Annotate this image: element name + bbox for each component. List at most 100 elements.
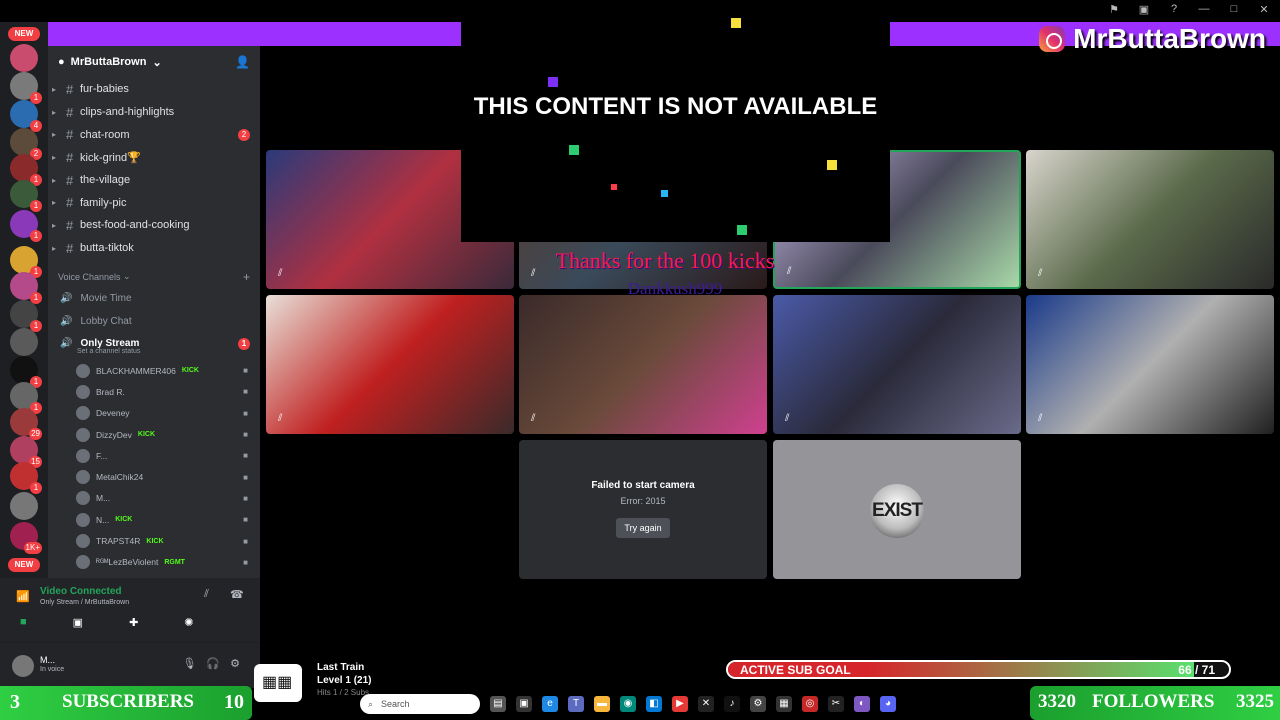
store-icon[interactable]: ◧ [646, 696, 662, 712]
try-again-button[interactable]: Try again [616, 518, 670, 538]
task-view-icon[interactable]: ▤ [490, 696, 506, 712]
guild-header[interactable]: ● MrButtaBrown ⌄ 👤 [48, 46, 260, 78]
server-icon[interactable]: 1K+ [10, 522, 42, 554]
voice-user[interactable]: DizzyDev KICK ■ [48, 424, 260, 445]
youtube-icon[interactable]: ▶ [672, 696, 688, 712]
microphone-icon[interactable]: 🎙 [182, 657, 196, 670]
server-icon[interactable] [10, 44, 38, 72]
server-icon[interactable]: 29 [10, 408, 42, 440]
avatar [76, 470, 90, 485]
settings-icon[interactable]: ⚙ [750, 696, 766, 712]
text-channel[interactable]: ▸ # chat-room 2 [48, 123, 260, 146]
user-tag: RGMT [164, 558, 185, 566]
server-icon[interactable]: 1 [10, 272, 42, 304]
server-icon[interactable]: 2 [10, 128, 42, 160]
channel-status[interactable]: Set a channel status [48, 348, 260, 360]
text-channel[interactable]: ▸ # butta-tiktok [48, 237, 260, 260]
brand-name: MrButtaBrown [1073, 23, 1266, 54]
voice-user[interactable]: Brad R. ■ [48, 381, 260, 402]
browser-icon[interactable]: ◉ [620, 696, 636, 712]
avatar[interactable] [12, 655, 34, 677]
window-control-icon[interactable]: ? [1166, 3, 1182, 16]
explorer-icon[interactable]: ▣ [516, 696, 532, 712]
text-channel[interactable]: ▸ # family-pic [48, 191, 260, 214]
xbox-icon[interactable]: ✕ [698, 696, 714, 712]
server-icon[interactable]: 1 [10, 300, 42, 332]
headphones-icon[interactable]: 🎧 [206, 657, 220, 670]
gear-icon[interactable]: ⚙ [230, 657, 240, 670]
disconnect-icon[interactable]: ☎ [230, 588, 244, 601]
voice-user[interactable]: M... ■ [48, 488, 260, 509]
taskbar-search[interactable]: ⌕ Search [360, 694, 480, 714]
text-channel[interactable]: ▸ # clips-and-highlights [48, 101, 260, 124]
server-icon[interactable]: 1 [10, 72, 42, 104]
activities-button[interactable]: ✚ [129, 616, 138, 629]
window-control-icon[interactable]: □ [1226, 3, 1242, 16]
capcut-icon[interactable]: ✂ [828, 696, 844, 712]
voice-user[interactable]: MetalChik24 ■ [48, 466, 260, 487]
user-tag: KICK [181, 367, 199, 375]
video-tile[interactable]: ⫽ [519, 295, 767, 434]
mention-badge: 1 [238, 337, 250, 350]
avatar-tile[interactable]: EXIST [773, 440, 1021, 579]
server-icon[interactable]: 1 [10, 210, 42, 242]
song-level: Level 1 (21) [317, 675, 372, 686]
text-channel[interactable]: ▸ # best-food-and-cooking [48, 214, 260, 237]
app-icon[interactable]: ◎ [802, 696, 818, 712]
app-icon[interactable]: ▦ [776, 696, 792, 712]
server-icon[interactable] [10, 328, 38, 356]
channel-name: best-food-and-cooking [80, 219, 190, 232]
muted-mic-icon: ⫽ [785, 413, 790, 424]
screen-share-button[interactable]: ▣ [73, 616, 83, 629]
server-icon[interactable]: 1 [10, 180, 42, 212]
voice-channel[interactable]: 🔊 Lobby Chat [48, 310, 260, 333]
server-icon[interactable]: 1 [10, 246, 42, 278]
text-channel[interactable]: ▸ # the-village [48, 169, 260, 192]
confetti [737, 225, 747, 235]
edge-icon[interactable]: e [542, 696, 558, 712]
channel-sidebar: ● MrButtaBrown ⌄ 👤 ▸ # fur-babies ▸ # clips-a… [48, 46, 260, 602]
window-control-icon[interactable]: — [1196, 3, 1212, 16]
server-icon[interactable]: 15 [10, 436, 42, 468]
server-icon[interactable]: 1 [10, 154, 42, 186]
voice-user[interactable]: TRAPST4R KICK ■ [48, 530, 260, 551]
video-tile[interactable]: ⫽ [773, 295, 1021, 434]
camera-icon: ■ [243, 536, 248, 546]
voice-channel[interactable]: 🔊 Movie Time [48, 288, 260, 311]
voice-user-name: MetalChik24 [96, 472, 144, 483]
server-icon[interactable]: 1 [10, 462, 42, 494]
server-icon[interactable]: 1 [10, 382, 42, 414]
voice-user[interactable]: F... ■ [48, 445, 260, 466]
camera-icon: ■ [243, 366, 248, 376]
search-icon: ⌕ [368, 698, 374, 709]
voice-channels-header[interactable]: Voice Channels ⌄ + [48, 266, 260, 288]
voice-user[interactable]: BLACKHAMMER406 KICK ■ [48, 360, 260, 381]
server-icon[interactable] [10, 492, 38, 520]
video-tile[interactable]: ⫽ [1026, 295, 1274, 434]
tiktok-icon[interactable]: ♪ [724, 696, 740, 712]
voice-user-name: DizzyDev [96, 429, 132, 440]
text-channel[interactable]: ▸ # kick-grind🏆 [48, 146, 260, 169]
camera-button[interactable]: ■ [20, 616, 27, 629]
voice-user[interactable]: ᴿᴳᴹLezBeViolent RGMT ■ [48, 552, 260, 573]
server-icon[interactable]: 1 [10, 356, 42, 388]
add-member-icon[interactable]: 👤 [235, 55, 250, 69]
text-channel[interactable]: ▸ # fur-babies [48, 78, 260, 101]
obs-icon[interactable]: ◐ [854, 696, 870, 712]
noise-suppression-icon[interactable]: ⫽ [204, 588, 209, 601]
folder-icon[interactable]: ▬ [594, 696, 610, 712]
voice-user[interactable]: N... KICK ■ [48, 509, 260, 530]
window-control-icon[interactable]: ✕ [1256, 3, 1272, 16]
soundboard-button[interactable]: ✺ [184, 616, 193, 629]
video-tile[interactable]: ⫽ [1026, 150, 1274, 289]
avatar [76, 406, 90, 421]
window-controls: ⚑ ▣? — □ ✕ [1106, 3, 1272, 16]
window-control-icon[interactable]: ▣ [1136, 3, 1152, 16]
discord-icon[interactable]: ◕ [880, 696, 896, 712]
voice-user[interactable]: Deveney ■ [48, 403, 260, 424]
add-channel-icon[interactable]: + [243, 270, 250, 284]
teams-icon[interactable]: T [568, 696, 584, 712]
server-icon[interactable]: 4 [10, 100, 42, 132]
video-tile[interactable]: ⫽ [266, 295, 514, 434]
window-control-icon[interactable]: ⚑ [1106, 3, 1122, 16]
